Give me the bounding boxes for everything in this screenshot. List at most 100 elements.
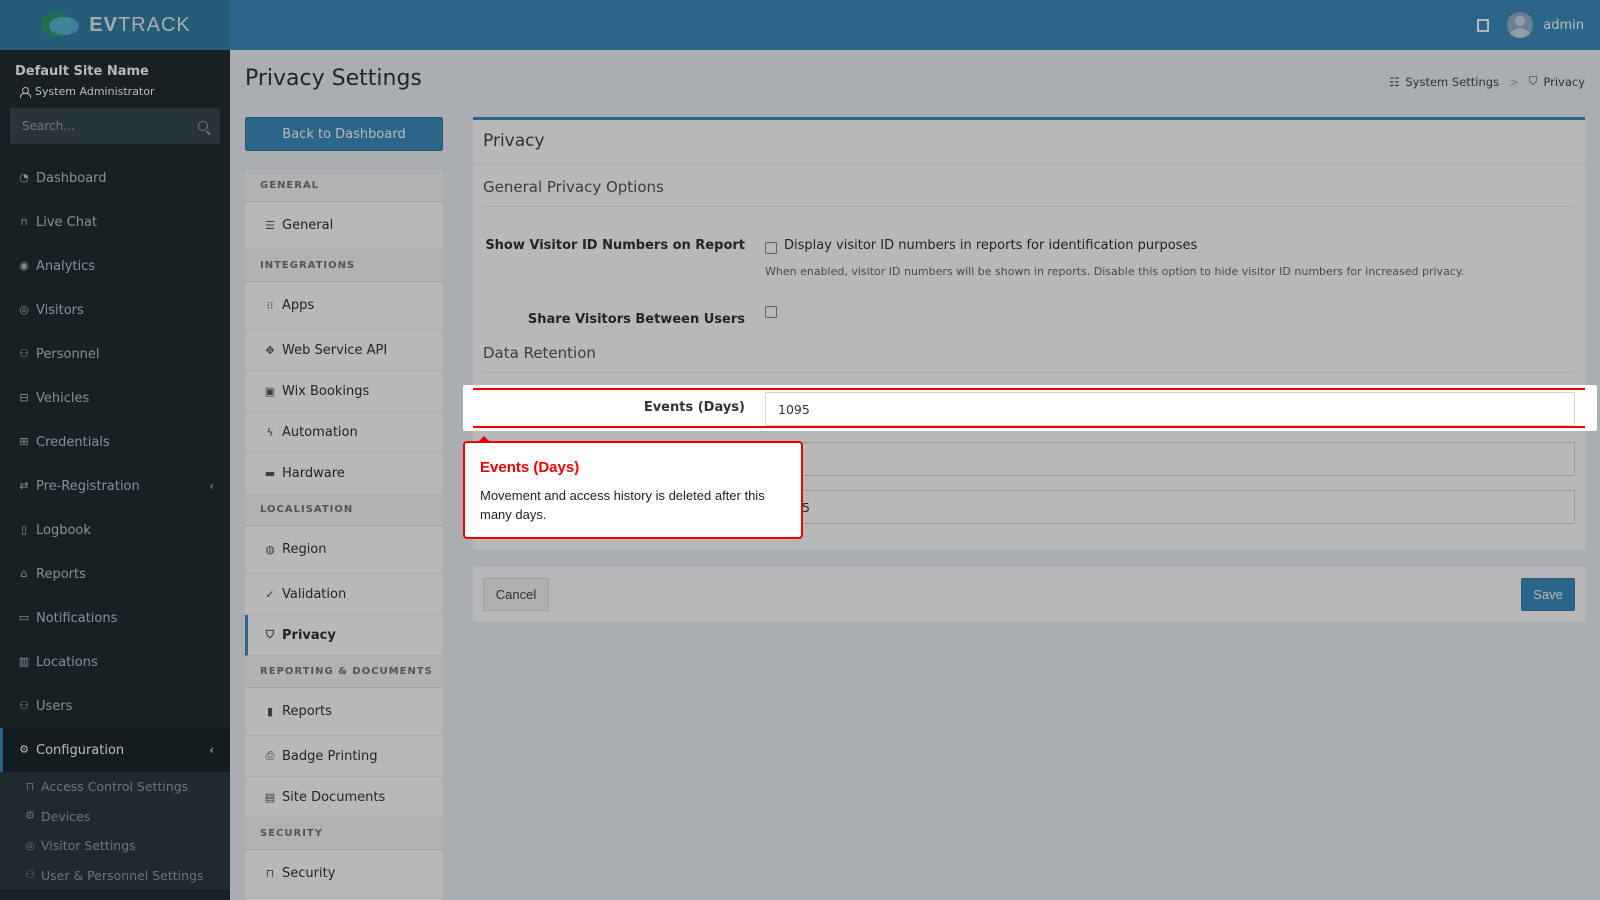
configuration-submenu: ⊓ Access Control Settings ⚙ Devices ◎ Visitor… — [0, 772, 230, 890]
retention-field-3[interactable]: 5 — [765, 490, 1575, 524]
form-footer: Cancel Save — [473, 567, 1585, 621]
settings-item-web-service-api[interactable]: ✥ Web Service API — [245, 330, 443, 371]
sidebar-item-label: Personnel — [36, 346, 100, 362]
settings-item-apps[interactable]: ⁝⁝ Apps — [245, 282, 443, 330]
submenu-item-visitor-settings[interactable]: ◎ Visitor Settings — [0, 831, 230, 861]
document-icon: ▤ — [264, 790, 276, 804]
gear-icon: ⚙ — [19, 743, 29, 756]
chevron-left-icon: ‹ — [209, 479, 214, 493]
settings-menu: GENERAL ☰ General INTEGRATIONS ⁝⁝ Apps ✥ Web Se… — [245, 170, 443, 900]
settings-item-badge-printing[interactable]: ⎙ Badge Printing — [245, 736, 443, 777]
headset-icon: ∩ — [19, 215, 29, 228]
sidebar-item-logbook[interactable]: ▯ Logbook — [0, 508, 230, 552]
settings-item-wix-bookings[interactable]: ▣ Wix Bookings — [245, 371, 443, 412]
settings-item-label: General — [282, 218, 334, 233]
show-visitor-id-checkbox[interactable] — [765, 242, 777, 254]
brand-logo[interactable]: EVTRACK — [0, 0, 230, 50]
submenu-item-user-personnel-settings[interactable]: ⚇ User & Personnel Settings — [0, 861, 230, 891]
sidebar-item-pre-registration[interactable]: ⇄ Pre-Registration ‹ — [0, 464, 230, 508]
sidebar-item-dashboard[interactable]: ◔ Dashboard — [0, 156, 230, 200]
cancel-button[interactable]: Cancel — [483, 578, 549, 611]
sidebar-search — [10, 108, 220, 144]
personnel-icon: ⚇ — [19, 347, 29, 360]
sidebar-item-visitors[interactable]: ◎ Visitors — [0, 288, 230, 332]
sidebar-item-label: Analytics — [36, 258, 96, 274]
car-icon: ⊟ — [19, 391, 29, 404]
breadcrumb-privacy: Privacy — [1543, 74, 1585, 89]
settings-item-label: Wix Bookings — [282, 383, 370, 399]
retention-field-2[interactable] — [765, 442, 1575, 476]
settings-item-security[interactable]: ⊓ Security — [245, 850, 443, 898]
sidebar-item-users[interactable]: ⚇ Users — [0, 684, 230, 728]
user-settings-icon: ⚇ — [25, 868, 35, 882]
sidebar-item-label: Dashboard — [36, 170, 107, 186]
settings-item-privacy[interactable]: ⛉ Privacy — [245, 615, 443, 656]
events-days-input[interactable]: 1095 — [765, 392, 1575, 426]
bolt-icon: ϟ — [266, 425, 274, 439]
calendar-icon: ▣ — [264, 384, 276, 398]
submenu-item-devices[interactable]: ⚙ Devices — [0, 802, 230, 832]
shield-icon: ⛉ — [1528, 74, 1538, 88]
bar-chart-icon: ▮ — [266, 705, 274, 718]
user-role: System Administrator — [0, 79, 230, 98]
tooltip-body: Movement and access history is deleted a… — [480, 488, 765, 522]
settings-item-region[interactable]: ◍ Region — [245, 526, 443, 574]
settings-item-site-documents[interactable]: ▤ Site Documents — [245, 777, 443, 818]
analytics-icon: ◉ — [19, 259, 29, 272]
breadcrumb: ☷ System Settings > ⛉ Privacy — [1389, 74, 1585, 89]
search-icon[interactable] — [198, 121, 208, 131]
apps-grid-icon: ⁝⁝ — [266, 299, 274, 312]
settings-item-label: Security — [282, 866, 336, 881]
sidebar-item-reports[interactable]: ⌂ Reports — [0, 552, 230, 596]
divider — [483, 372, 1575, 373]
shield-icon: ⛉ — [265, 628, 275, 641]
dashboard-icon: ◔ — [19, 171, 29, 184]
sidebar-item-configuration[interactable]: ⚙ Configuration ‹ — [0, 728, 230, 772]
share-visitors-checkbox[interactable] — [765, 306, 777, 318]
settings-section-header: SECURITY — [245, 818, 443, 850]
devices-icon: ⚙ — [25, 809, 35, 823]
settings-section-header: LOCALISATION — [245, 494, 443, 526]
sidebar-item-notifications[interactable]: ▭ Notifications — [0, 596, 230, 640]
submenu-item-access-control-settings[interactable]: ⊓ Access Control Settings — [0, 772, 230, 802]
reports-icon: ⌂ — [20, 567, 28, 580]
divider — [473, 163, 1585, 164]
settings-item-hardware[interactable]: ▬ Hardware — [245, 453, 443, 494]
sidebar-item-personnel[interactable]: ⚇ Personnel — [0, 332, 230, 376]
settings-item-label: Site Documents — [282, 789, 386, 805]
settings-item-reports[interactable]: ▮ Reports — [245, 688, 443, 736]
sidebar-item-label: Live Chat — [36, 214, 98, 230]
notifications-icon: ▭ — [18, 611, 30, 624]
book-icon[interactable] — [1477, 18, 1490, 32]
search-input[interactable] — [22, 119, 198, 133]
user-menu[interactable]: admin — [1507, 12, 1584, 38]
settings-item-general[interactable]: ☰ General — [245, 202, 443, 250]
events-days-label: Events (Days) — [643, 400, 745, 415]
sidebar-item-locations[interactable]: ▥ Locations — [0, 640, 230, 684]
sidebar-item-live-chat[interactable]: ∩ Live Chat — [0, 200, 230, 244]
sidebar-item-vehicles[interactable]: ⊟ Vehicles — [0, 376, 230, 420]
sidebar-item-label: Configuration — [36, 742, 125, 758]
api-icon: ✥ — [265, 343, 275, 357]
panel-title: Privacy — [483, 131, 545, 151]
sidebar-item-label: Notifications — [36, 610, 118, 626]
hardware-icon: ▬ — [264, 466, 276, 480]
lock-icon: ⊓ — [25, 779, 35, 793]
settings-item-validation[interactable]: ✓ Validation — [245, 574, 443, 615]
sidebar-item-label: Logbook — [36, 522, 91, 538]
breadcrumb-system-settings[interactable]: System Settings — [1405, 75, 1499, 89]
eye-icon: ◎ — [25, 838, 35, 852]
sidebar-item-analytics[interactable]: ◉ Analytics — [0, 244, 230, 288]
settings-item-label: Region — [282, 542, 327, 557]
help-tooltip: Events (Days) Movement and access histor… — [463, 436, 803, 539]
save-button[interactable]: Save — [1521, 578, 1575, 611]
back-to-dashboard-button[interactable]: Back to Dashboard — [245, 117, 443, 151]
show-visitor-id-checkbox-label[interactable]: Display visitor ID numbers in reports fo… — [784, 238, 1197, 253]
sidebar-item-label: Users — [36, 698, 73, 714]
sidebar-item-credentials[interactable]: ⊞ Credentials — [0, 420, 230, 464]
share-visitors-label: Share Visitors Between Users — [527, 312, 745, 327]
divider — [483, 206, 1575, 207]
show-visitor-id-label: Show Visitor ID Numbers on Report — [485, 238, 745, 253]
settings-item-automation[interactable]: ϟ Automation — [245, 412, 443, 453]
sidebar: Default Site Name System Administrator ◔… — [0, 50, 230, 900]
